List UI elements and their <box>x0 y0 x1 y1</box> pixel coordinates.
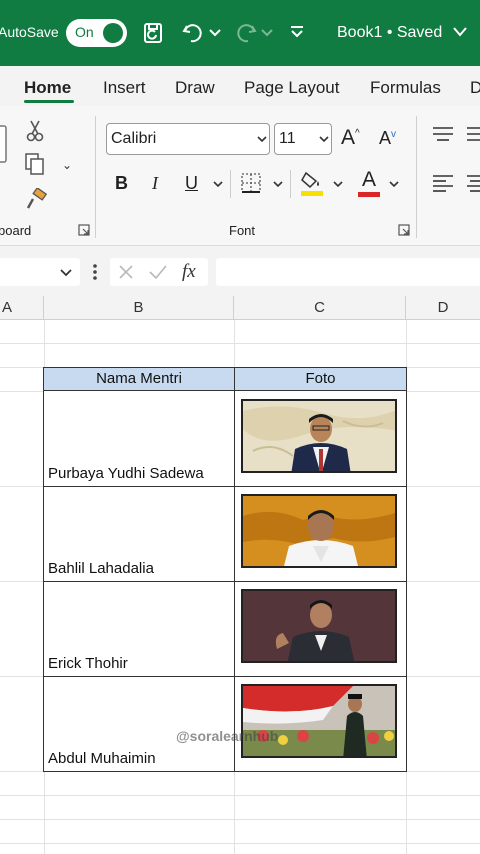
ribbon-home: ⌄ board Calibri 11 A^ Av B I U A Font <box>0 106 480 246</box>
undo-dropdown-icon[interactable] <box>209 29 221 37</box>
tab-home[interactable]: Home <box>24 78 71 98</box>
font-name-select[interactable]: Calibri <box>106 123 270 155</box>
column-header-a[interactable]: A <box>0 296 44 320</box>
clipboard-group-label: board <box>0 223 32 238</box>
title-chevron-down-icon[interactable] <box>453 27 467 37</box>
align-center-icon[interactable] <box>466 174 480 192</box>
enter-checkmark-icon[interactable] <box>148 264 168 280</box>
group-divider <box>416 116 417 238</box>
tab-draw[interactable]: Draw <box>175 78 215 98</box>
chevron-down-icon <box>60 269 72 277</box>
column-header-b[interactable]: B <box>44 296 234 320</box>
format-painter-icon[interactable] <box>24 188 48 212</box>
chevron-down-icon <box>319 136 329 143</box>
ribbon-tabs: Home Insert Draw Page Layout Formulas D <box>0 66 480 106</box>
fill-color-dropdown-icon[interactable] <box>333 181 343 188</box>
active-tab-indicator <box>24 100 74 103</box>
minister-name: Erick Thohir <box>48 655 128 672</box>
align-top-icon[interactable] <box>432 126 454 142</box>
font-color-button[interactable]: A <box>358 168 380 197</box>
more-options-icon[interactable] <box>92 263 98 281</box>
borders-dropdown-icon[interactable] <box>273 181 283 188</box>
table-header-nama-mentri[interactable]: Nama Mentri <box>43 367 235 391</box>
font-color-label: A <box>361 168 376 191</box>
decrease-font-size-label: A <box>379 128 392 148</box>
underline-button[interactable]: U <box>185 173 198 194</box>
cut-icon[interactable] <box>26 120 44 142</box>
column-header-c[interactable]: C <box>234 296 406 320</box>
table-cell-name[interactable]: Bahlil Lahadalia <box>43 486 235 582</box>
formula-input[interactable] <box>216 258 480 286</box>
font-launcher-icon[interactable] <box>398 224 410 236</box>
gridline <box>0 795 480 796</box>
fill-color-icon[interactable] <box>300 169 324 197</box>
decrease-font-size-button[interactable]: Av <box>379 128 396 149</box>
autosave-label: AutoSave <box>0 24 59 40</box>
tab-formulas[interactable]: Formulas <box>370 78 441 98</box>
name-box[interactable] <box>0 258 80 286</box>
autosave-toggle-label: On <box>75 24 94 40</box>
minister-name: Bahlil Lahadalia <box>48 560 154 577</box>
toggle-knob <box>103 23 123 43</box>
group-divider <box>95 116 96 238</box>
formula-actions: fx <box>110 258 208 286</box>
minister-name: Purbaya Yudhi Sadewa <box>48 465 204 482</box>
insert-function-button[interactable]: fx <box>182 261 196 283</box>
photo-2[interactable] <box>241 494 397 568</box>
redo-icon[interactable] <box>234 21 258 45</box>
photo-1[interactable] <box>241 399 397 473</box>
align-left-icon[interactable] <box>432 174 454 192</box>
increase-font-size-button[interactable]: A^ <box>341 126 360 150</box>
font-color-dropdown-icon[interactable] <box>389 181 399 188</box>
tab-page-layout[interactable]: Page Layout <box>244 78 339 98</box>
clipboard-launcher-icon[interactable] <box>78 224 90 236</box>
italic-button[interactable]: I <box>152 173 158 194</box>
group-separator <box>230 170 231 198</box>
table-cell-name[interactable]: Abdul Muhaimin <box>43 676 235 772</box>
gridline <box>0 843 480 844</box>
table-header-foto[interactable]: Foto <box>234 367 407 391</box>
align-middle-icon[interactable] <box>466 126 480 142</box>
increase-font-size-label: A <box>341 126 356 149</box>
column-header-d[interactable]: D <box>406 296 480 320</box>
table-cell-name[interactable]: Purbaya Yudhi Sadewa <box>43 390 235 487</box>
tab-insert[interactable]: Insert <box>103 78 146 98</box>
title-bar: AutoSave On Book1 • Saved <box>0 0 480 66</box>
gridline <box>0 819 480 820</box>
minister-name: Abdul Muhaimin <box>48 750 156 767</box>
chevron-down-icon <box>257 136 267 143</box>
bold-button[interactable]: B <box>115 173 128 194</box>
group-separator <box>290 170 291 198</box>
document-title[interactable]: Book1 • Saved <box>337 24 442 42</box>
formula-bar: fx <box>0 246 480 296</box>
font-size-value: 11 <box>279 130 296 147</box>
font-size-select[interactable]: 11 <box>274 123 332 155</box>
font-name-value: Calibri <box>111 130 157 147</box>
underline-dropdown-icon[interactable] <box>213 181 223 188</box>
copy-icon[interactable] <box>24 152 46 176</box>
table-cell-name[interactable]: Erick Thohir <box>43 581 235 677</box>
watermark: @soralearnhub <box>176 728 279 744</box>
save-icon[interactable] <box>142 21 166 45</box>
font-group-label: Font <box>229 223 256 238</box>
gridline <box>0 343 480 344</box>
photo-3[interactable] <box>241 589 397 663</box>
copy-dropdown-icon[interactable]: ⌄ <box>62 158 72 172</box>
cancel-icon[interactable] <box>118 264 134 280</box>
photo-4[interactable] <box>241 684 397 758</box>
font-color-swatch <box>358 192 380 197</box>
borders-icon[interactable] <box>240 172 262 194</box>
undo-icon[interactable] <box>181 21 205 45</box>
autosave-toggle[interactable]: On <box>66 19 127 47</box>
paste-icon[interactable] <box>0 124 10 164</box>
redo-dropdown-icon[interactable] <box>261 29 273 37</box>
customize-toolbar-icon[interactable] <box>290 25 304 39</box>
tab-data[interactable]: D <box>470 78 480 98</box>
